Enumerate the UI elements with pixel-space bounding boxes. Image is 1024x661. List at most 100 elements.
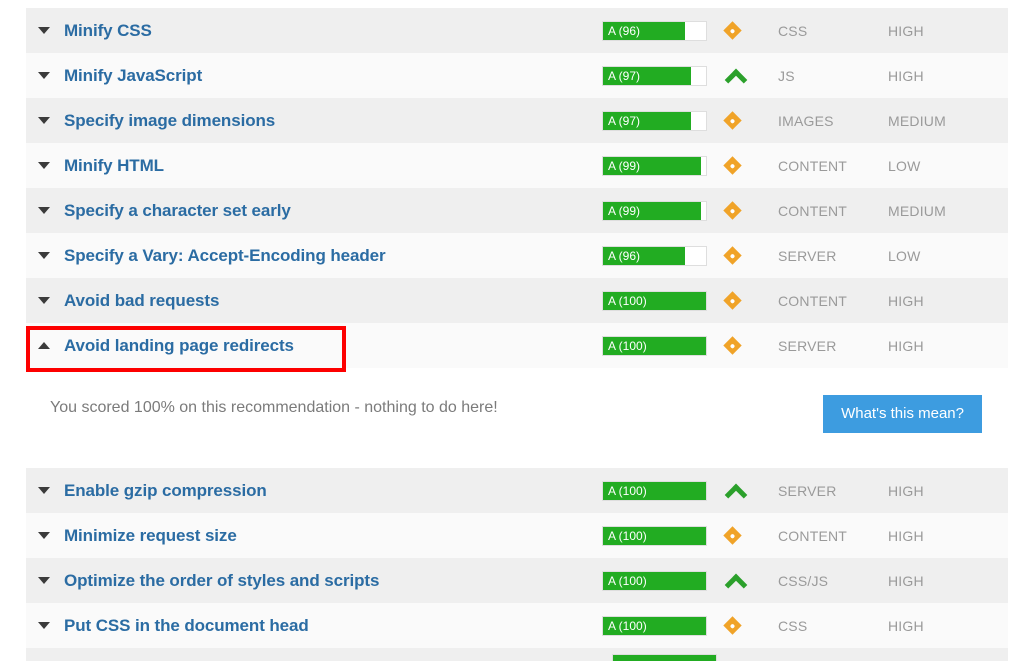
table-row[interactable]: Minimize request size A (100) CONTENT HIGH xyxy=(26,513,1008,558)
category-label: CSS/JS xyxy=(778,572,829,589)
table-row[interactable]: Specify a character set early A (99) CONTE… xyxy=(26,188,1008,233)
score-badge: A (99) xyxy=(602,155,707,176)
caret-down-icon[interactable] xyxy=(26,117,54,124)
recommendation-title[interactable]: Minimize request size xyxy=(54,526,237,546)
performance-recommendations-page: Minify CSS A (96) CSS HIGH Minify JavaScript… xyxy=(0,0,1024,661)
caret-down-icon[interactable] xyxy=(26,487,54,494)
priority-label: HIGH xyxy=(888,527,924,544)
table-row[interactable]: Specify a Vary: Accept-Encoding header A … xyxy=(26,233,1008,278)
table-row-partial[interactable] xyxy=(26,648,1008,661)
trend-cell xyxy=(718,485,778,497)
category-label: CSS xyxy=(778,22,808,39)
trend-cell xyxy=(718,156,778,175)
recommendation-detail-message: You scored 100% on this recommendation -… xyxy=(50,399,498,416)
caret-down-icon[interactable] xyxy=(26,297,54,304)
table-row[interactable]: Put CSS in the document head A (100) CSS HI… xyxy=(26,603,1008,648)
score-cell: A (96) xyxy=(602,20,718,41)
diamond-icon xyxy=(723,111,742,130)
caret-down-icon[interactable] xyxy=(26,162,54,169)
score-cell: A (100) xyxy=(602,290,718,311)
score-badge: A (96) xyxy=(602,20,707,41)
trend-cell xyxy=(718,111,778,130)
diamond-icon xyxy=(723,526,742,545)
trend-cell xyxy=(718,575,778,587)
recommendation-list-lower: Enable gzip compression A (100) SERVER HIGH… xyxy=(26,468,1008,648)
category-label: JS xyxy=(778,67,795,84)
category-label: SERVER xyxy=(778,247,837,264)
chevron-up-icon xyxy=(726,575,746,587)
recommendation-title[interactable]: Optimize the order of styles and scripts xyxy=(54,571,379,591)
score-badge: A (97) xyxy=(602,65,707,86)
score-label: A (100) xyxy=(608,293,647,308)
score-label: A (99) xyxy=(608,203,641,218)
score-label: A (100) xyxy=(608,573,647,588)
score-badge: A (100) xyxy=(602,570,707,591)
table-row[interactable]: Specify image dimensions A (97) IMAGES MEDI… xyxy=(26,98,1008,143)
category-label: IMAGES xyxy=(778,112,834,129)
trend-cell xyxy=(718,526,778,545)
table-row[interactable]: Avoid landing page redirects A (100) SERVE… xyxy=(26,323,1008,368)
trend-cell xyxy=(718,201,778,220)
priority-label: LOW xyxy=(888,157,921,174)
caret-down-icon[interactable] xyxy=(26,72,54,79)
category-label: CONTENT xyxy=(778,292,848,309)
table-row[interactable]: Minify HTML A (99) CONTENT LOW xyxy=(26,143,1008,188)
score-cell: A (97) xyxy=(602,65,718,86)
category-label: SERVER xyxy=(778,337,837,354)
category-label: CSS xyxy=(778,617,808,634)
priority-label: HIGH xyxy=(888,22,924,39)
recommendation-title[interactable]: Enable gzip compression xyxy=(54,481,267,501)
category-label: CONTENT xyxy=(778,527,848,544)
recommendation-title[interactable]: Avoid bad requests xyxy=(54,291,219,311)
score-label: A (100) xyxy=(608,338,647,353)
recommendation-title[interactable]: Minify CSS xyxy=(54,21,152,41)
caret-down-icon[interactable] xyxy=(26,577,54,584)
category-label: SERVER xyxy=(778,482,837,499)
score-label: A (100) xyxy=(608,483,647,498)
score-label: A (100) xyxy=(608,528,647,543)
score-cell: A (100) xyxy=(602,615,718,636)
trend-cell xyxy=(718,246,778,265)
recommendation-detail-panel: You scored 100% on this recommendation -… xyxy=(26,373,1008,459)
caret-down-icon[interactable] xyxy=(26,27,54,34)
priority-label: HIGH xyxy=(888,482,924,499)
score-cell: A (100) xyxy=(602,480,718,501)
score-badge: A (100) xyxy=(602,525,707,546)
recommendation-title[interactable]: Minify JavaScript xyxy=(54,66,202,86)
recommendation-title[interactable]: Specify image dimensions xyxy=(54,111,275,131)
table-row[interactable]: Avoid bad requests A (100) CONTENT HIGH xyxy=(26,278,1008,323)
recommendation-title[interactable]: Put CSS in the document head xyxy=(54,616,309,636)
recommendation-title[interactable]: Minify HTML xyxy=(54,156,164,176)
trend-cell xyxy=(718,336,778,355)
table-row[interactable]: Minify CSS A (96) CSS HIGH xyxy=(26,8,1008,53)
whats-this-mean-button[interactable]: What's this mean? xyxy=(823,395,982,433)
score-label: A (96) xyxy=(608,248,641,263)
caret-down-icon[interactable] xyxy=(26,207,54,214)
score-cell: A (100) xyxy=(602,335,718,356)
table-row[interactable]: Enable gzip compression A (100) SERVER HIGH xyxy=(26,468,1008,513)
score-label: A (99) xyxy=(608,158,641,173)
priority-label: HIGH xyxy=(888,572,924,589)
score-badge: A (100) xyxy=(602,335,707,356)
caret-down-icon[interactable] xyxy=(26,532,54,539)
priority-label: HIGH xyxy=(888,337,924,354)
caret-down-icon[interactable] xyxy=(26,252,54,259)
score-badge: A (100) xyxy=(602,480,707,501)
table-row[interactable]: Minify JavaScript A (97) JS HIGH xyxy=(26,53,1008,98)
recommendation-title[interactable]: Avoid landing page redirects xyxy=(54,336,294,356)
score-label: A (100) xyxy=(608,618,647,633)
score-cell: A (99) xyxy=(602,200,718,221)
score-badge: A (100) xyxy=(602,290,707,311)
score-cell: A (100) xyxy=(602,525,718,546)
score-label: A (97) xyxy=(608,68,641,83)
diamond-icon xyxy=(723,336,742,355)
recommendation-title[interactable]: Specify a character set early xyxy=(54,201,291,221)
table-row[interactable]: Optimize the order of styles and scripts… xyxy=(26,558,1008,603)
recommendation-title[interactable]: Specify a Vary: Accept-Encoding header xyxy=(54,246,386,266)
priority-label: MEDIUM xyxy=(888,112,946,129)
caret-up-icon[interactable] xyxy=(26,342,54,349)
caret-down-icon[interactable] xyxy=(26,622,54,629)
trend-cell xyxy=(718,21,778,40)
score-label: A (97) xyxy=(608,113,641,128)
trend-cell xyxy=(718,616,778,635)
